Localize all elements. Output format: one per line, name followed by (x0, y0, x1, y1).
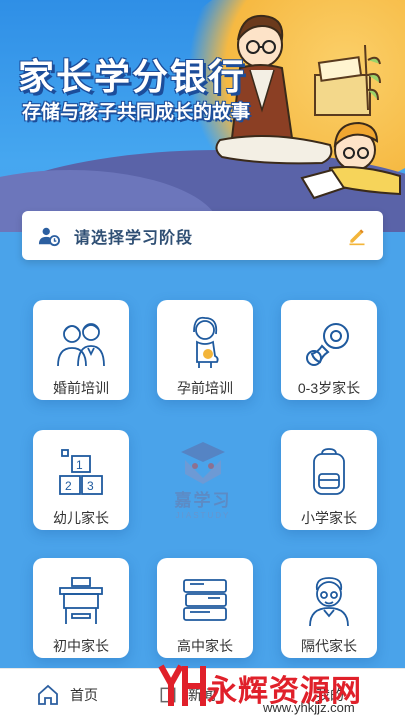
hero-title: 家长学分银行 (18, 56, 247, 97)
pregnant-woman-icon (193, 316, 219, 368)
jiastudy-logo: 嘉学习 JIASTUDY (168, 440, 238, 520)
stage-selector[interactable]: 请选择学习阶段 (22, 211, 383, 260)
couple-icon (57, 323, 105, 367)
school-desk-icon (59, 577, 103, 624)
category-card-0-3[interactable]: 0-3岁家长 (281, 300, 377, 400)
pencil-icon[interactable] (347, 226, 367, 246)
yh-watermark-logo (158, 664, 206, 706)
category-label: 孕前培训 (177, 380, 233, 396)
category-label: 初中家长 (53, 638, 109, 654)
watermark-overlay: 永辉资源网 www.yhkjjz.com (155, 656, 405, 720)
hero-banner: 家长学分银行 存储与孩子共同成长的故事 (0, 0, 405, 232)
stage-selector-label: 请选择学习阶段 (74, 229, 194, 247)
category-card-senior-high[interactable]: 高中家长 (157, 558, 253, 658)
category-label: 幼儿家长 (53, 510, 109, 526)
logo-en-text: JIASTUDY (175, 511, 231, 520)
tab-home-label: 首页 (70, 686, 98, 703)
category-label: 小学家长 (301, 510, 357, 526)
svg-text:1: 1 (76, 458, 83, 472)
category-label: 高中家长 (177, 638, 233, 654)
home-icon (38, 684, 58, 705)
category-card-grandparent[interactable]: 隔代家长 (281, 558, 377, 658)
category-card-kindergarten[interactable]: 1 2 3 幼儿家长 (33, 430, 129, 530)
logo-cn-text: 嘉学习 (174, 491, 232, 510)
hero-subtitle: 存储与孩子共同成长的故事 (22, 102, 251, 123)
user-clock-icon (38, 227, 60, 246)
category-card-premarital[interactable]: 婚前培训 (33, 300, 129, 400)
number-blocks-icon: 1 2 3 (59, 449, 103, 495)
pacifier-icon (306, 323, 349, 366)
school-bag-icon (313, 448, 345, 495)
category-label: 婚前培训 (53, 380, 109, 396)
svg-text:3: 3 (87, 479, 94, 493)
svg-text:2: 2 (65, 479, 72, 493)
graduation-cap-logo-icon (181, 442, 225, 484)
watermark-url: www.yhkjjz.com (263, 700, 355, 715)
books-stack-icon (183, 579, 227, 621)
grandpa-icon (309, 577, 349, 627)
category-label: 0-3岁家长 (297, 380, 361, 396)
tab-home[interactable]: 首页 (36, 683, 98, 707)
category-card-prepregnancy[interactable]: 孕前培训 (157, 300, 253, 400)
category-card-junior-high[interactable]: 初中家长 (33, 558, 129, 658)
category-card-primary[interactable]: 小学家长 (281, 430, 377, 530)
category-label: 隔代家长 (301, 638, 357, 654)
